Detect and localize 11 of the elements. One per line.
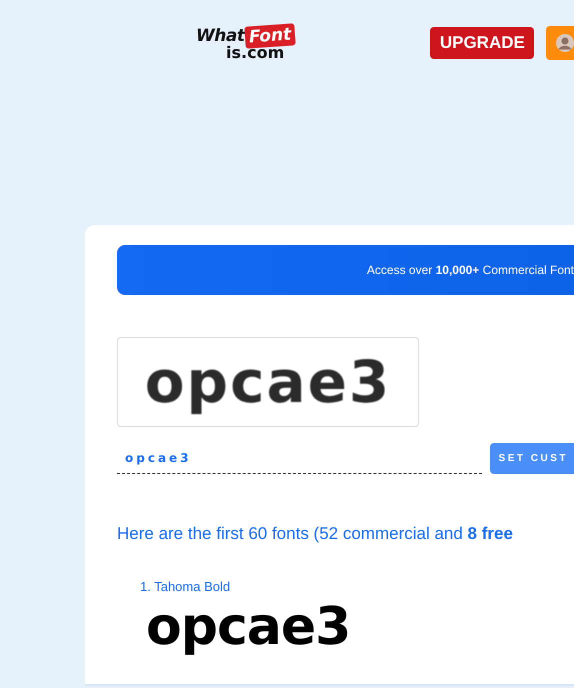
- promo-text: Access over 10,000+ Commercial Font: [366, 263, 574, 277]
- font-name-link[interactable]: 1. Tahoma Bold: [140, 579, 230, 594]
- text-input-field[interactable]: opcae3: [117, 444, 482, 474]
- avatar-icon: [556, 34, 574, 52]
- promo-banner[interactable]: Access over 10,000+ Commercial Font: [117, 245, 574, 295]
- set-custom-button[interactable]: SET CUST: [490, 443, 574, 474]
- upgrade-button[interactable]: UPGRADE: [430, 27, 534, 59]
- logo[interactable]: What Font is.com: [196, 25, 305, 61]
- font-preview: opcae3: [146, 599, 350, 656]
- account-button[interactable]: [546, 26, 574, 60]
- results-heading: Here are the first 60 fonts (52 commercial and 8 free: [117, 524, 514, 544]
